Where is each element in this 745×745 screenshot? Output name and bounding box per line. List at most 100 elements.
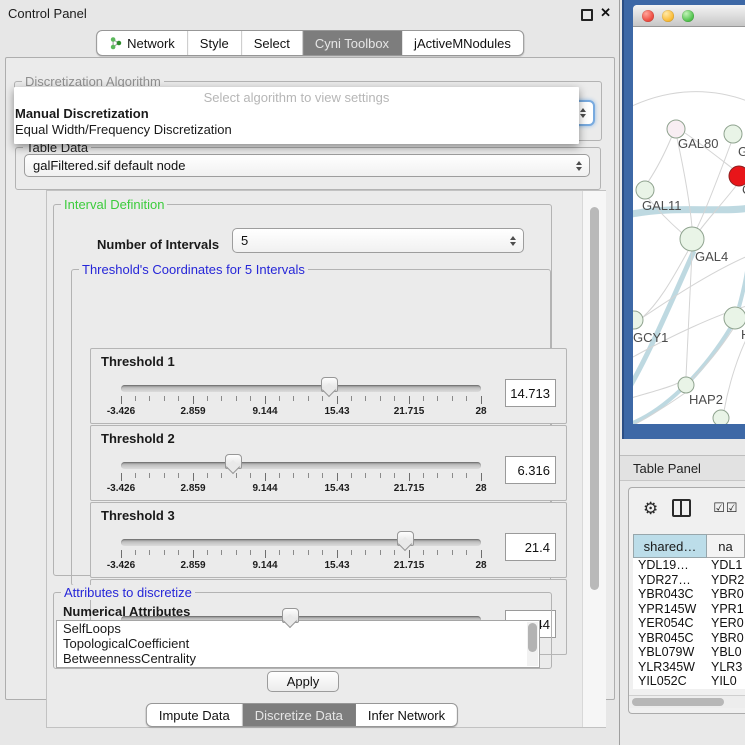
network-node[interactable]	[680, 227, 704, 251]
column-header-shared-name[interactable]: shared…	[633, 534, 707, 558]
network-edge[interactable]	[697, 143, 731, 228]
cell-shared-name[interactable]: YBR045C	[633, 631, 707, 646]
cell-shared-name[interactable]: YDR27…	[633, 573, 707, 588]
cell-shared-name[interactable]: YBR043C	[633, 587, 707, 602]
scrollbar-thumb[interactable]	[528, 623, 537, 652]
tab-label: Network	[127, 36, 175, 51]
network-icon	[109, 36, 122, 50]
cell-shared-name[interactable]: YPR145W	[633, 602, 707, 617]
cell-name[interactable]: YDR2	[707, 573, 745, 588]
dropdown-options: Manual DiscretizationEqual Width/Frequen…	[14, 106, 579, 138]
cell-name[interactable]: YBR0	[707, 587, 745, 602]
table-row[interactable]: YLR345W YLR3	[633, 660, 745, 675]
table-row[interactable]: YBL079W YBL0	[633, 645, 745, 660]
tick-label: 9.144	[229, 483, 301, 494]
attribute-item[interactable]: SelfLoops	[57, 621, 539, 636]
table-row[interactable]: YDL19… YDL1	[633, 558, 745, 573]
cell-name[interactable]: YBL0	[707, 645, 745, 660]
cell-shared-name[interactable]: YER054C	[633, 616, 707, 631]
threshold-label: Threshold 3	[101, 508, 175, 523]
checkbox-icon[interactable]: ☑	[713, 500, 725, 516]
number-of-intervals-combobox[interactable]: 5	[232, 228, 524, 253]
network-edge[interactable]	[739, 255, 745, 307]
network-view-window: GAL80GACGAL11GAL4GCY1HHAP2	[622, 0, 745, 439]
table-row[interactable]: YER054C YER0	[633, 616, 745, 631]
cell-name[interactable]: YPR1	[707, 602, 745, 617]
minimize-traffic-light-icon[interactable]	[662, 10, 674, 22]
slider-handle[interactable]	[282, 608, 299, 623]
slider-handle[interactable]	[225, 454, 242, 469]
tab-style[interactable]: Style	[188, 31, 242, 55]
tab-select[interactable]: Select	[242, 31, 303, 55]
network-edge[interactable]	[677, 138, 692, 227]
tab-label: Discretize Data	[255, 708, 343, 723]
cell-name[interactable]: YIL0	[707, 674, 745, 689]
threshold-value-input[interactable]	[505, 533, 556, 561]
network-node[interactable]	[678, 377, 694, 393]
scrollbar-thumb[interactable]	[590, 207, 599, 590]
tab-infer-network[interactable]: Infer Network	[356, 704, 457, 726]
float-window-icon[interactable]	[581, 9, 593, 21]
network-node[interactable]	[724, 307, 745, 329]
cell-shared-name[interactable]: YIL052C	[633, 674, 707, 689]
dropdown-option[interactable]: Manual Discretization	[14, 106, 579, 122]
tab-discretize-data[interactable]: Discretize Data	[243, 704, 356, 726]
scrollbar-thumb[interactable]	[632, 698, 724, 706]
table-row[interactable]: YBR043C YBR0	[633, 587, 745, 602]
split-view-icon[interactable]	[672, 499, 691, 517]
network-node[interactable]	[636, 181, 654, 199]
attributes-scrollbar[interactable]	[527, 622, 538, 666]
settings-vertical-scrollbar[interactable]	[582, 191, 606, 727]
close-icon[interactable]: ✕	[600, 5, 611, 21]
attribute-item[interactable]: BetweennessCentrality	[57, 651, 539, 666]
tick-label: 15.43	[301, 560, 373, 571]
slider-handle[interactable]	[321, 377, 338, 392]
threshold-label: Threshold 2	[101, 431, 175, 446]
thresholds-group-label: Threshold's Coordinates for 5 Intervals	[79, 262, 308, 277]
table-panel-toolbar: ⚙ ☑ ☑	[629, 494, 745, 522]
attribute-item[interactable]: TopologicalCoefficient	[57, 636, 539, 651]
panel-title: Control Panel	[8, 6, 87, 21]
tab-jactivemnodules[interactable]: jActiveMNodules	[402, 31, 523, 55]
tab-impute-data[interactable]: Impute Data	[147, 704, 243, 726]
table-row[interactable]: YIL052C YIL0	[633, 674, 745, 689]
network-node[interactable]	[724, 125, 742, 143]
network-edge[interactable]	[648, 136, 672, 182]
cell-name[interactable]: YDL1	[707, 558, 745, 573]
dropdown-option[interactable]: Equal Width/Frequency Discretization	[14, 122, 579, 138]
zoom-traffic-light-icon[interactable]	[682, 10, 694, 22]
threshold-value-input[interactable]	[505, 456, 556, 484]
table-horizontal-scrollbar[interactable]	[629, 695, 745, 708]
slider-track[interactable]	[121, 539, 481, 546]
slider-track[interactable]	[121, 462, 481, 469]
network-edge[interactable]	[633, 92, 745, 110]
cell-name[interactable]: YLR3	[707, 660, 745, 675]
column-header-name[interactable]: na	[707, 534, 745, 558]
slider-track[interactable]	[121, 385, 481, 392]
cell-name[interactable]: YBR0	[707, 631, 745, 646]
slider-handle[interactable]	[397, 531, 414, 546]
network-node[interactable]	[633, 311, 643, 329]
apply-button[interactable]: Apply	[267, 671, 339, 692]
network-edge[interactable]	[724, 332, 745, 411]
attributes-group: Attributes to discretize Numerical Attri…	[53, 592, 552, 669]
close-traffic-light-icon[interactable]	[642, 10, 654, 22]
cell-shared-name[interactable]: YLR345W	[633, 660, 707, 675]
checkbox-icon[interactable]: ☑	[726, 500, 738, 516]
tab-label: jActiveMNodules	[414, 36, 511, 51]
tab-network[interactable]: Network	[97, 31, 188, 55]
cell-shared-name[interactable]: YBL079W	[633, 645, 707, 660]
numerical-attributes-list[interactable]: SelfLoopsTopologicalCoefficientBetweenne…	[56, 620, 540, 668]
threshold-value-input[interactable]	[505, 379, 556, 407]
cell-name[interactable]: YER0	[707, 616, 745, 631]
interval-definition-label: Interval Definition	[61, 197, 167, 212]
network-canvas[interactable]: GAL80GACGAL11GAL4GCY1HHAP2	[633, 27, 745, 424]
gear-icon[interactable]: ⚙	[643, 500, 658, 517]
table-row[interactable]: YBR045C YBR0	[633, 631, 745, 646]
tab-cyni-toolbox[interactable]: Cyni Toolbox	[303, 31, 402, 55]
cell-shared-name[interactable]: YDL19…	[633, 558, 707, 573]
table-row[interactable]: YPR145W YPR1	[633, 602, 745, 617]
network-node[interactable]	[713, 410, 729, 424]
table-data-combobox[interactable]: galFiltered.sif default node	[24, 154, 590, 177]
table-row[interactable]: YDR27… YDR2	[633, 573, 745, 588]
